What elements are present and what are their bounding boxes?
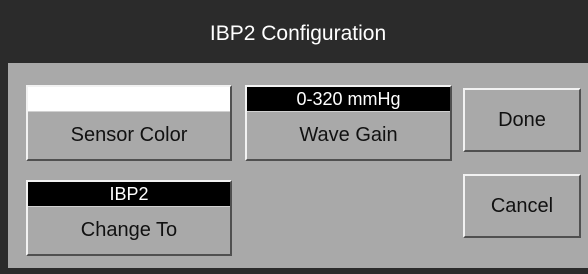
change-to-button[interactable]: IBP2 Change To xyxy=(26,180,232,256)
sensor-color-button[interactable]: Sensor Color xyxy=(26,85,232,161)
sensor-color-swatch xyxy=(28,87,230,111)
cancel-button[interactable]: Cancel xyxy=(463,174,581,238)
wave-gain-button[interactable]: 0-320 mmHg Wave Gain xyxy=(245,85,452,161)
dialog-body: Sensor Color 0-320 mmHg Wave Gain Done I… xyxy=(8,63,588,268)
change-to-label: Change To xyxy=(28,206,230,254)
sensor-color-label: Sensor Color xyxy=(28,111,230,159)
wave-gain-label: Wave Gain xyxy=(247,111,450,159)
dialog-title: IBP2 Configuration xyxy=(8,6,588,62)
change-to-value: IBP2 xyxy=(28,182,230,206)
done-button[interactable]: Done xyxy=(463,88,581,152)
wave-gain-value: 0-320 mmHg xyxy=(247,87,450,111)
ibp2-configuration-dialog: IBP2 Configuration Sensor Color 0-320 mm… xyxy=(0,0,588,274)
